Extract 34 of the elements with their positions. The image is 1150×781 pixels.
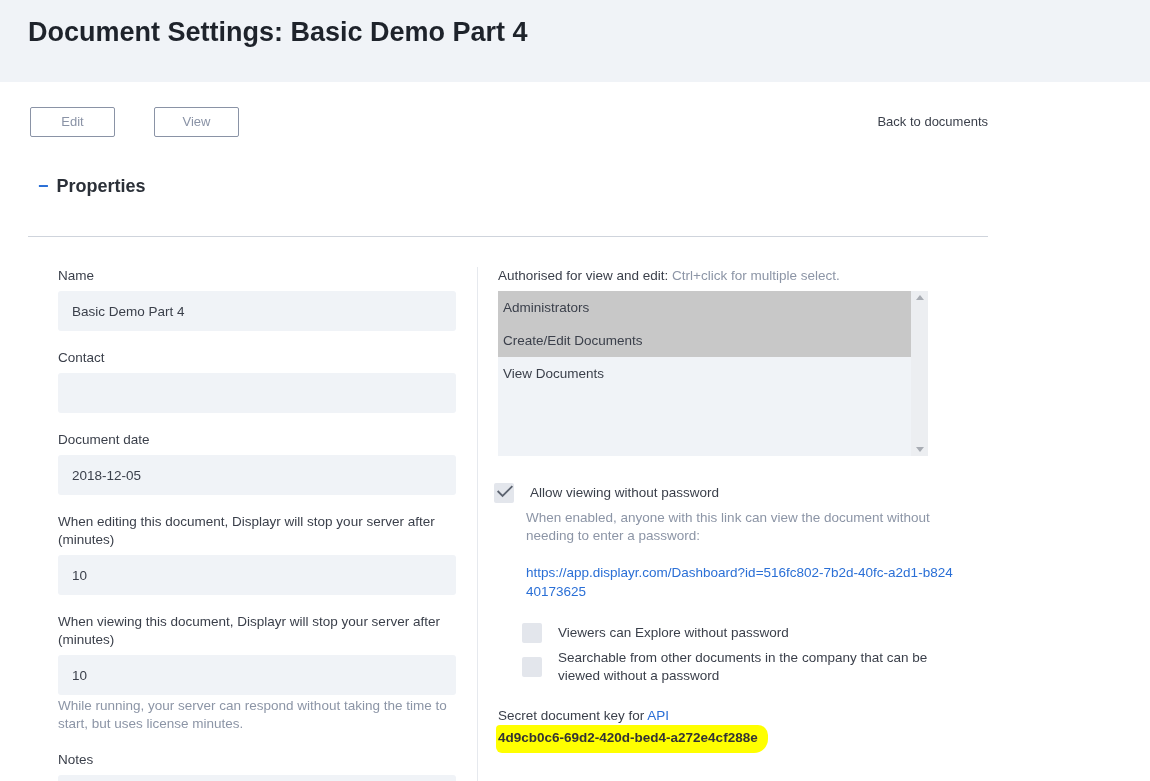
back-link[interactable]: Back to documents (877, 112, 988, 132)
api-key-value: 4d9cb0c6-69d2-420d-bed4-a272e4cf288e (496, 725, 768, 754)
checkbox[interactable] (522, 623, 542, 643)
text-field[interactable]: Basic Demo Part 4 (58, 291, 456, 331)
text-field[interactable]: 10 (58, 655, 456, 695)
field-label: Document date (58, 431, 151, 449)
collapse-toggle[interactable]: − (38, 173, 49, 200)
listbox-option[interactable]: Create/Edit Documents (498, 324, 911, 357)
api-key-label: Secret document key for API (498, 707, 671, 725)
page-title: Document Settings: Basic Demo Part 4 (28, 16, 529, 49)
checkbox-label: Allow viewing without password (530, 484, 720, 502)
listbox-option[interactable]: Administrators (498, 291, 911, 324)
text-field[interactable]: 10 (58, 555, 456, 595)
access-label: Authorised for view and edit: Ctrl+click for multiple select. (498, 267, 841, 285)
scrollbar[interactable] (911, 291, 928, 456)
field-label: Contact (58, 349, 106, 367)
checkbox-label: Viewers can Explore without password (558, 624, 789, 642)
section-title: Properties (56, 175, 146, 198)
checkbox[interactable] (522, 657, 542, 677)
field-label: When editing this document, Displayr will stop your server after (minutes) (58, 513, 436, 549)
scroll-up-icon[interactable] (915, 295, 924, 300)
checkbox[interactable] (494, 483, 514, 503)
field-label: Name (58, 267, 95, 285)
checkbox-label: Searchable from other documents in the company that can be viewed without a password (558, 649, 929, 685)
share-link[interactable]: https://app.displayr.com/Dashboard?id=516fc802-7b2d-40fc-a2d1-b82440173625 (526, 563, 958, 601)
help-text: When enabled, anyone with this link can view the document without needing to enter a password: (526, 509, 931, 545)
help-text: While running, your server can respond without taking the time to start, but uses license minutes. (58, 697, 448, 733)
scroll-down-icon[interactable] (915, 447, 924, 452)
listbox-option[interactable]: View Documents (498, 357, 911, 390)
text-field[interactable]: 2018-12-05 (58, 455, 456, 495)
api-link[interactable]: API (647, 708, 670, 723)
group-listbox[interactable]: Administrators Create/Edit Documents View Documents (498, 291, 928, 456)
field-label: Notes (58, 751, 95, 769)
field-label: When viewing this document, Displayr will stop your server after (minutes) (58, 613, 441, 649)
